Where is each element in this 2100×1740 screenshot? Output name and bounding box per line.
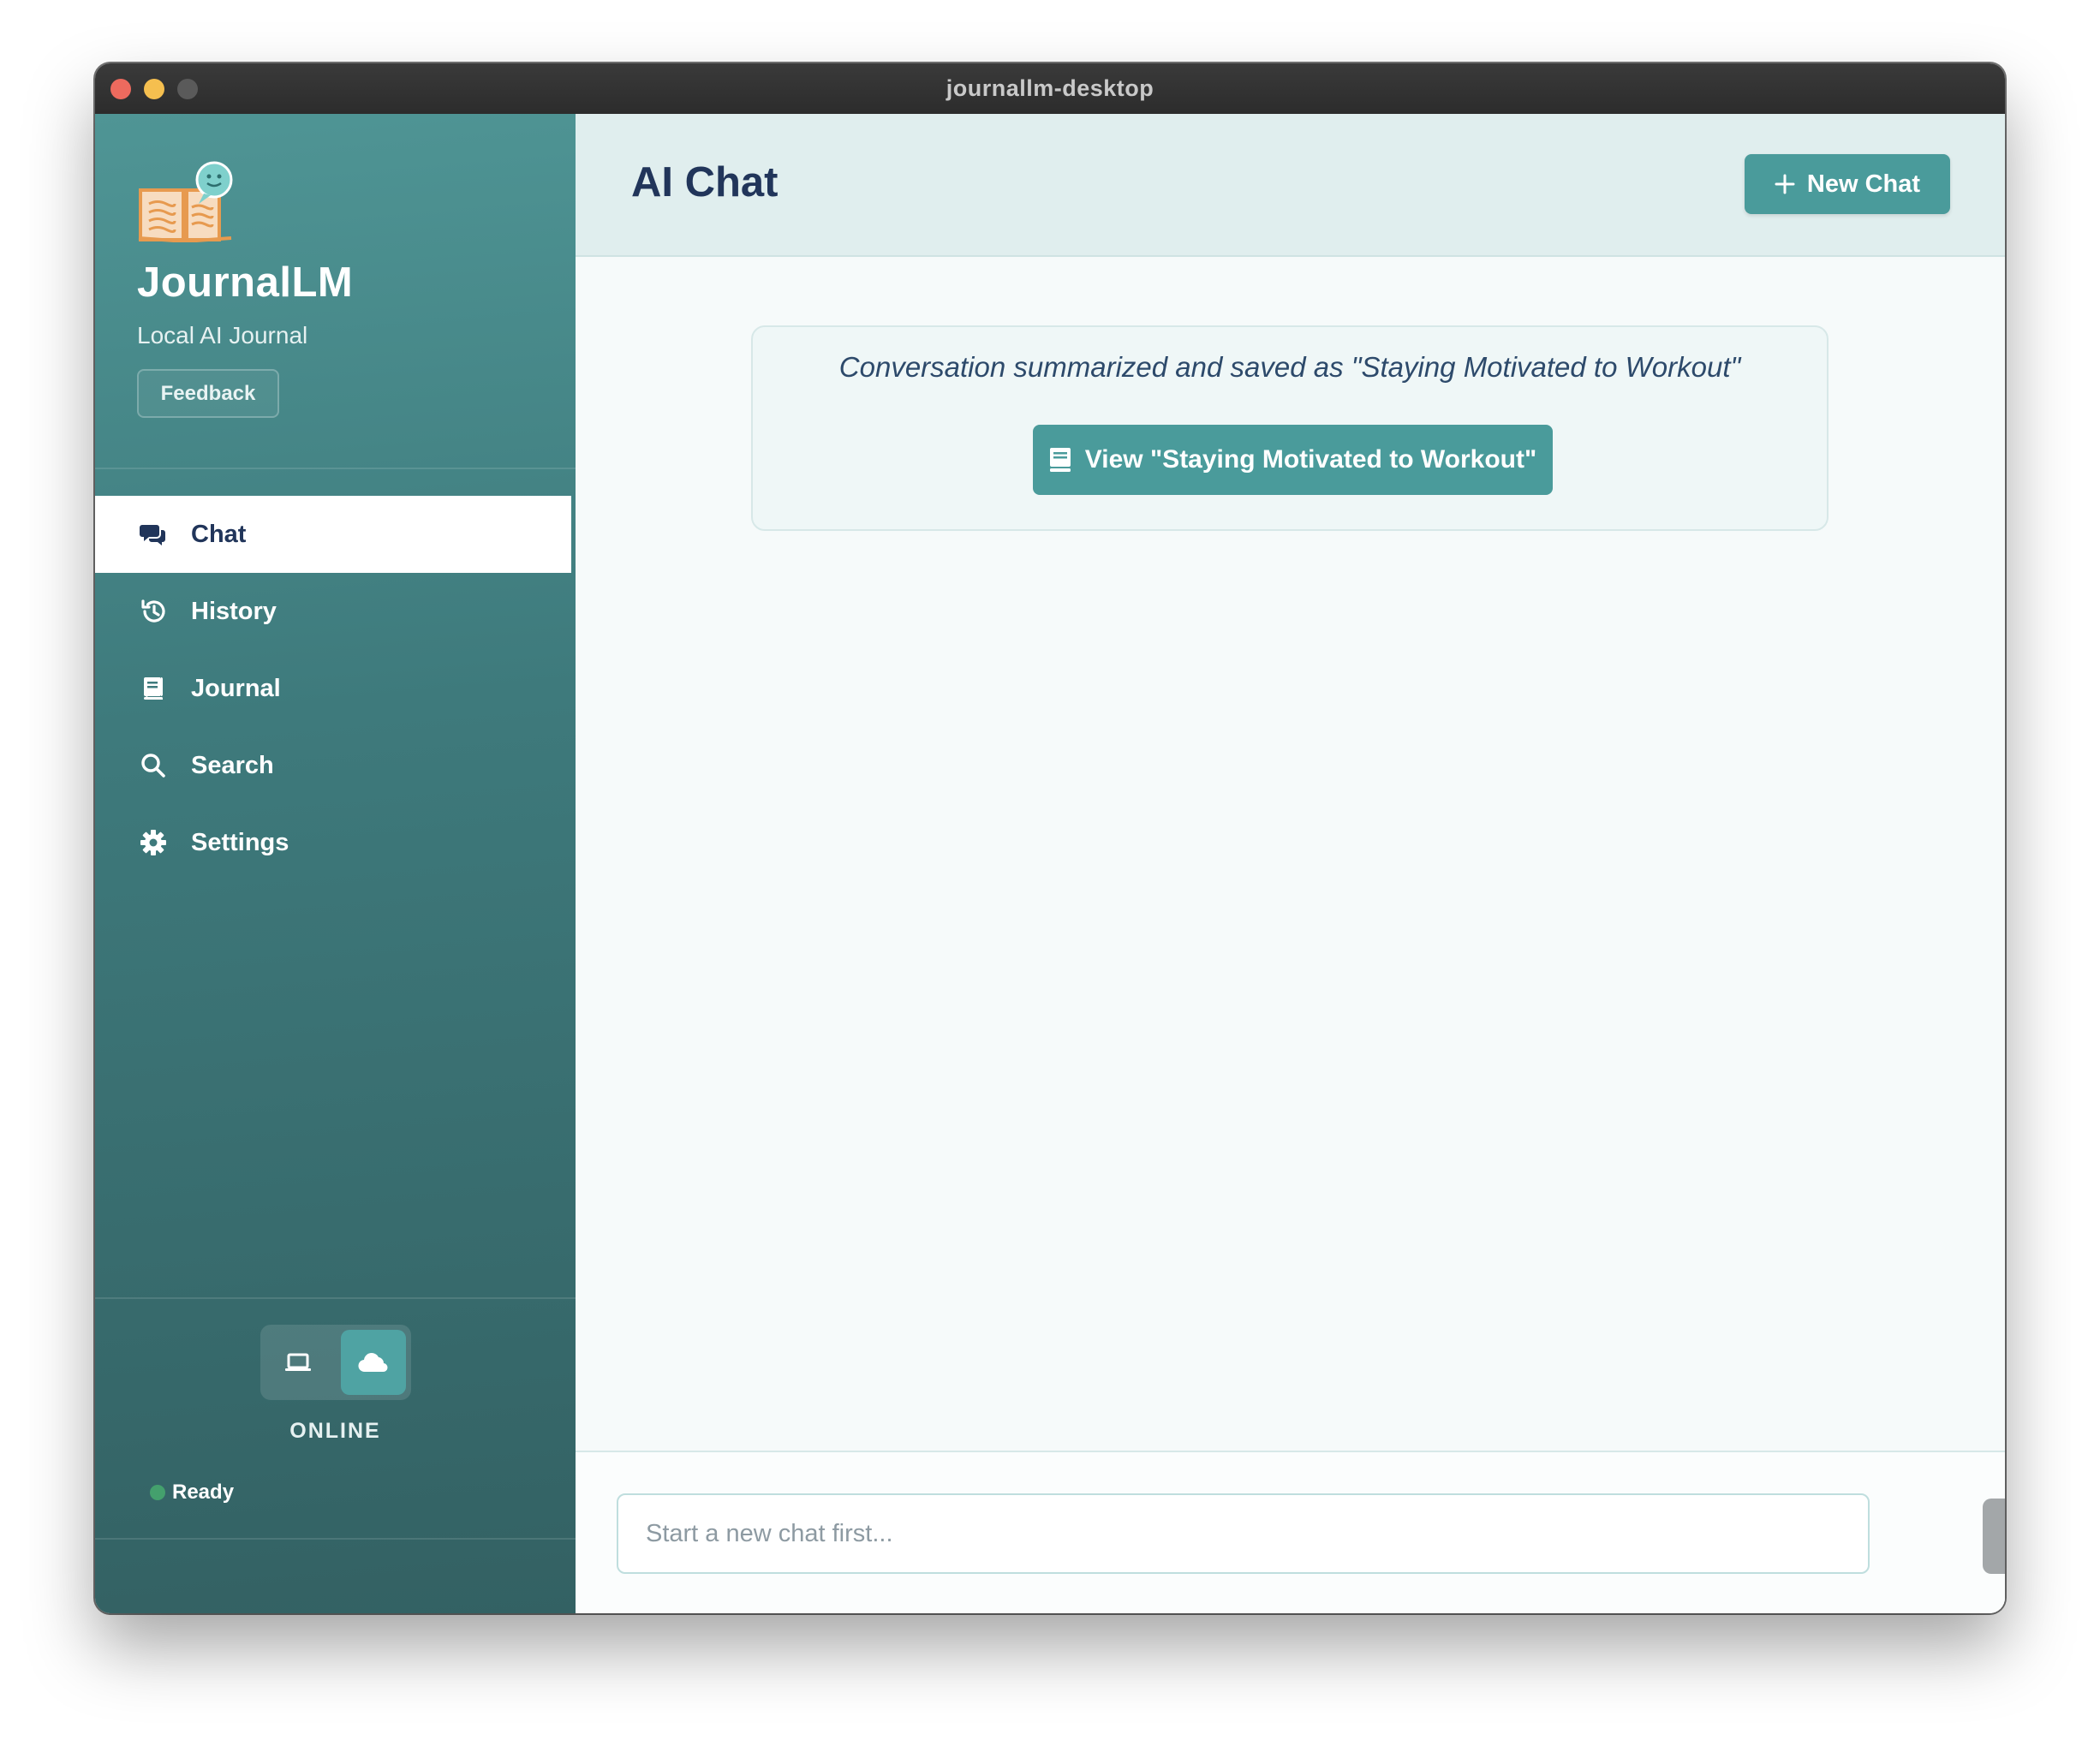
title-bar: journallm-desktop xyxy=(95,63,2005,114)
window-controls xyxy=(110,79,198,99)
cloud-icon xyxy=(357,1353,388,1373)
view-journal-entry-label: View "Staying Motivated to Workout" xyxy=(1084,445,1537,474)
new-chat-button[interactable]: New Chat xyxy=(1745,154,1950,214)
book-icon xyxy=(1049,448,1071,472)
status-indicator: Ready xyxy=(150,1481,234,1505)
view-journal-entry-button[interactable]: View "Staying Motivated to Workout" xyxy=(1033,425,1553,495)
offline-mode-button[interactable] xyxy=(265,1330,331,1395)
app-subtitle: Local AI Journal xyxy=(137,322,308,349)
search-icon xyxy=(138,750,169,781)
sidebar-item-label: History xyxy=(191,597,277,625)
sidebar-item-label: Settings xyxy=(191,828,289,856)
window-title: journallm-desktop xyxy=(946,75,1154,101)
sidebar-item-label: Chat xyxy=(191,520,247,548)
connection-mode: ONLINE xyxy=(95,1325,576,1444)
main-panel: AI Chat New Chat Conversation summarized… xyxy=(576,114,2005,1613)
chat-message-input[interactable] xyxy=(617,1493,1870,1574)
close-window-button[interactable] xyxy=(110,79,131,99)
chat-input-bar xyxy=(576,1451,2005,1613)
sidebar: JournalLM Local AI Journal Feedback Chat… xyxy=(95,114,576,1613)
online-mode-button[interactable] xyxy=(340,1330,406,1395)
summary-notice: Conversation summarized and saved as "St… xyxy=(751,325,1829,531)
sidebar-item-label: Search xyxy=(191,751,274,779)
app-window: journallm-desktop JournalLM Local AI Jou… xyxy=(95,63,2005,1613)
laptop-icon xyxy=(284,1353,311,1371)
status-label: Ready xyxy=(172,1481,235,1504)
page-header: AI Chat New Chat xyxy=(576,114,2005,257)
status-dot xyxy=(150,1485,165,1500)
maximize-window-button[interactable] xyxy=(177,79,198,99)
feedback-button[interactable]: Feedback xyxy=(137,369,279,418)
sidebar-item-search[interactable]: Search xyxy=(95,727,571,804)
summary-notice-text: Conversation summarized and saved as "St… xyxy=(838,351,1741,383)
connection-mode-label: ONLINE xyxy=(289,1419,381,1443)
brand: JournalLM Local AI Journal Feedback xyxy=(137,161,353,418)
mode-toggle xyxy=(260,1325,411,1400)
sidebar-divider xyxy=(95,1538,576,1540)
sidebar-item-journal[interactable]: Journal xyxy=(95,650,571,727)
comments-icon xyxy=(138,519,169,550)
sidebar-divider xyxy=(95,468,576,469)
app-name: JournalLM xyxy=(137,259,354,306)
page-title: AI Chat xyxy=(631,159,779,206)
journal-logo-icon xyxy=(138,161,233,244)
plus-icon xyxy=(1775,174,1795,194)
sidebar-divider xyxy=(95,1297,576,1299)
history-icon xyxy=(138,596,169,627)
sidebar-item-settings[interactable]: Settings xyxy=(95,804,571,881)
send-button[interactable] xyxy=(1983,1499,2005,1574)
minimize-window-button[interactable] xyxy=(144,79,164,99)
new-chat-label: New Chat xyxy=(1806,170,1921,198)
gear-icon xyxy=(138,827,169,858)
sidebar-item-history[interactable]: History xyxy=(95,573,571,650)
sidebar-item-label: Journal xyxy=(191,674,281,702)
book-icon xyxy=(138,673,169,704)
sidebar-item-chat[interactable]: Chat xyxy=(95,496,571,573)
sidebar-nav: Chat History Journal Search Settings xyxy=(95,496,571,881)
